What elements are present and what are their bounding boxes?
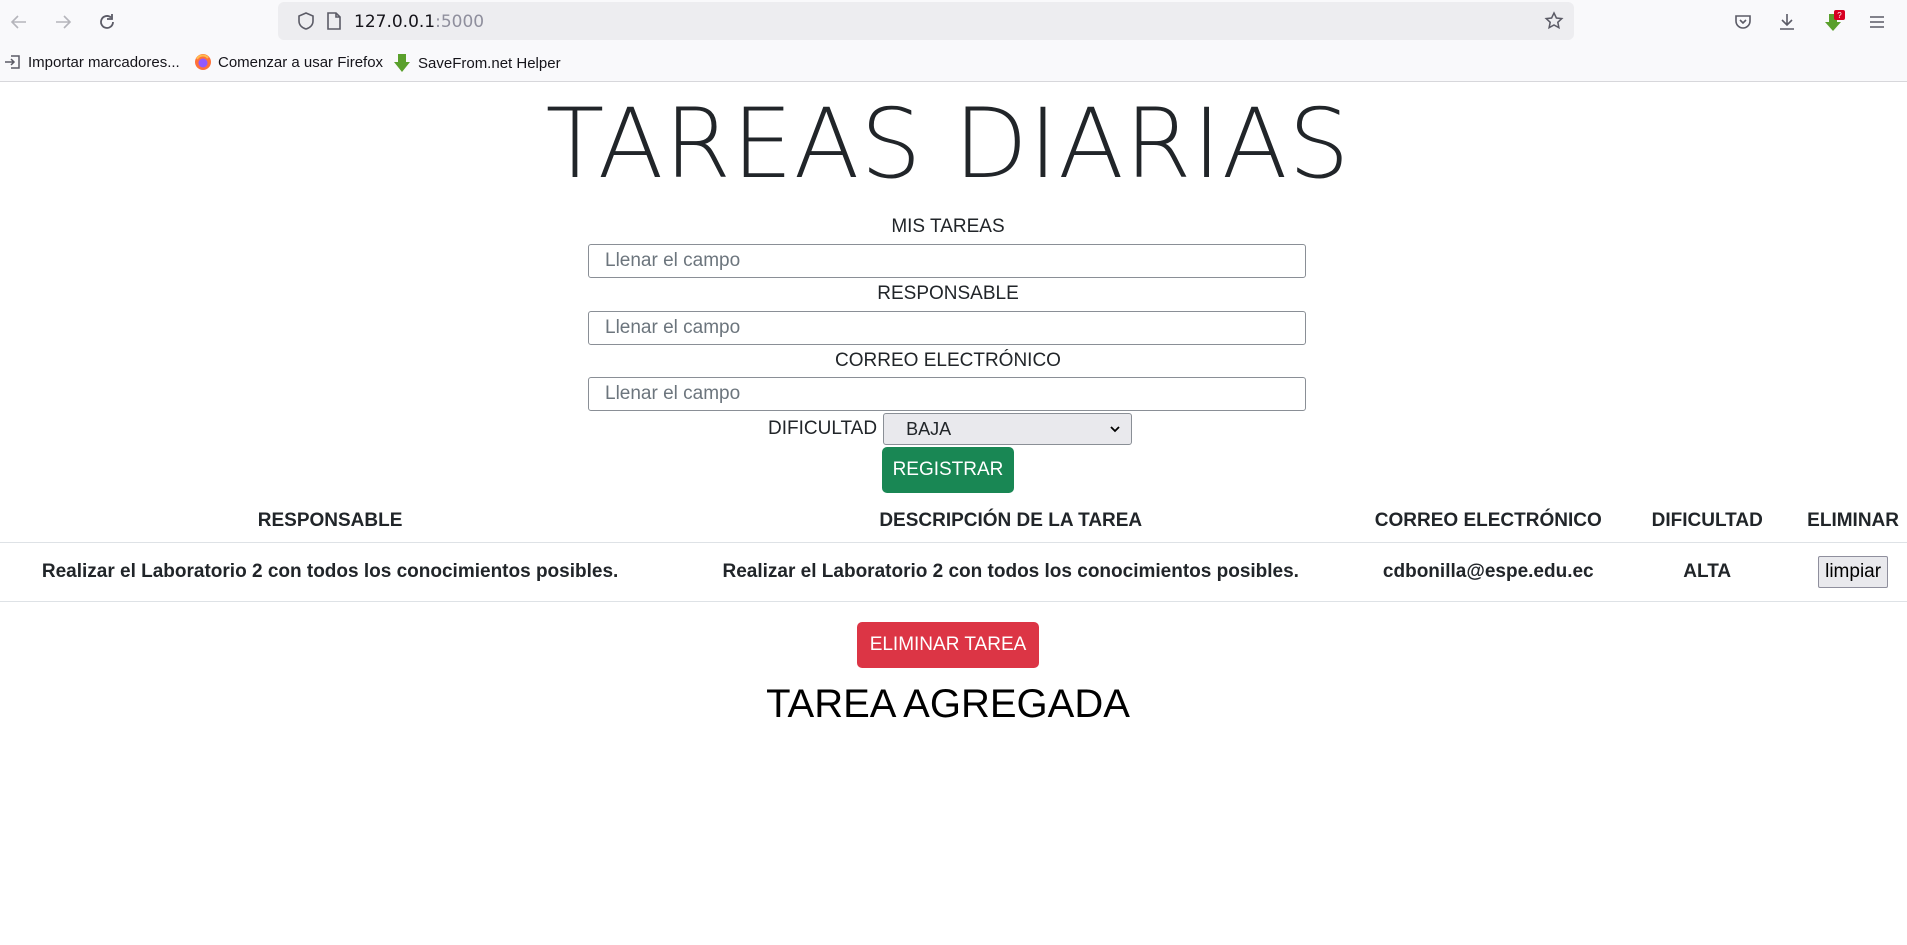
url-host: 127.0.0.1 (354, 12, 436, 32)
browser-toolbar: 127.0.0.1:5000 ? (0, 0, 1907, 44)
shield-icon[interactable] (296, 11, 316, 31)
dificultad-row: DIFICULTAD BAJA (768, 413, 1133, 445)
column-header: RESPONSABLE (0, 500, 661, 543)
dificultad-select[interactable]: BAJA (883, 413, 1133, 445)
bookmark-label: Comenzar a usar Firefox (218, 53, 384, 71)
tareas-label: MIS TAREAS (891, 216, 1005, 237)
responsable-label: RESPONSABLE (877, 283, 1019, 304)
firefox-icon (195, 54, 211, 70)
column-header: CORREO ELECTRÓNICO (1361, 500, 1616, 543)
bookmark-star-icon[interactable] (1544, 11, 1564, 31)
bookmark-label: Importar marcadores... (28, 53, 180, 71)
column-header: DIFICULTAD (1615, 500, 1800, 543)
column-header: DESCRIPCIÓN DE LA TAREA (660, 500, 1362, 543)
import-icon (5, 55, 20, 69)
download-badge: ? (1837, 11, 1842, 20)
reload-icon[interactable] (94, 9, 120, 35)
tasks-table: RESPONSABLE DESCRIPCIÓN DE LA TAREA CORR… (0, 500, 1907, 602)
table-row: Realizar el Laboratorio 2 con todos los … (0, 542, 1907, 602)
url-text[interactable]: 127.0.0.1:5000 (354, 12, 484, 32)
cell-eliminar: limpiar (1799, 542, 1907, 602)
limpiar-button[interactable]: limpiar (1818, 556, 1889, 588)
url-bar[interactable]: 127.0.0.1:5000 (278, 2, 1574, 40)
downloads-icon[interactable] (1774, 9, 1800, 35)
savefrom-extension-icon[interactable]: ? (1820, 9, 1846, 35)
bookmarks-bar: Importar marcadores... Comenzar a usar F… (0, 44, 1907, 82)
url-port: :5000 (435, 12, 485, 32)
bookmark-import[interactable]: Importar marcadores... (4, 53, 180, 71)
download-arrow-icon (394, 54, 410, 72)
menu-icon[interactable] (1864, 9, 1890, 35)
correo-label: CORREO ELECTRÓNICO (835, 350, 1061, 371)
responsable-input[interactable] (588, 311, 1306, 345)
correo-input[interactable] (588, 377, 1306, 411)
cell-responsable: Realizar el Laboratorio 2 con todos los … (0, 542, 661, 602)
pocket-icon[interactable] (1730, 9, 1756, 35)
cell-descripcion: Realizar el Laboratorio 2 con todos los … (660, 542, 1362, 602)
status-message: TAREA AGREGADA (766, 682, 1130, 726)
registrar-button[interactable]: REGISTRAR (882, 447, 1014, 493)
chevron-down-icon (1110, 426, 1120, 433)
tareas-input[interactable] (588, 244, 1306, 278)
cell-correo: cdbonilla@espe.edu.ec (1361, 542, 1616, 602)
page-icon (324, 11, 344, 31)
dificultad-label: DIFICULTAD (768, 418, 878, 439)
dificultad-selected: BAJA (906, 418, 952, 439)
cell-dificultad: ALTA (1615, 542, 1800, 602)
forward-icon[interactable] (50, 9, 76, 35)
bookmark-firefox[interactable]: Comenzar a usar Firefox (194, 53, 383, 71)
column-header: ELIMINAR (1799, 500, 1907, 543)
page-title: TAREAS DIARIAS (545, 88, 1351, 200)
bookmark-label: SaveFrom.net Helper (418, 54, 561, 72)
back-icon[interactable] (6, 9, 32, 35)
eliminar-tarea-button[interactable]: ELIMINAR TAREA (857, 622, 1039, 668)
table-header-row: RESPONSABLE DESCRIPCIÓN DE LA TAREA CORR… (0, 500, 1907, 543)
bookmark-savefrom[interactable]: SaveFrom.net Helper (392, 53, 561, 73)
